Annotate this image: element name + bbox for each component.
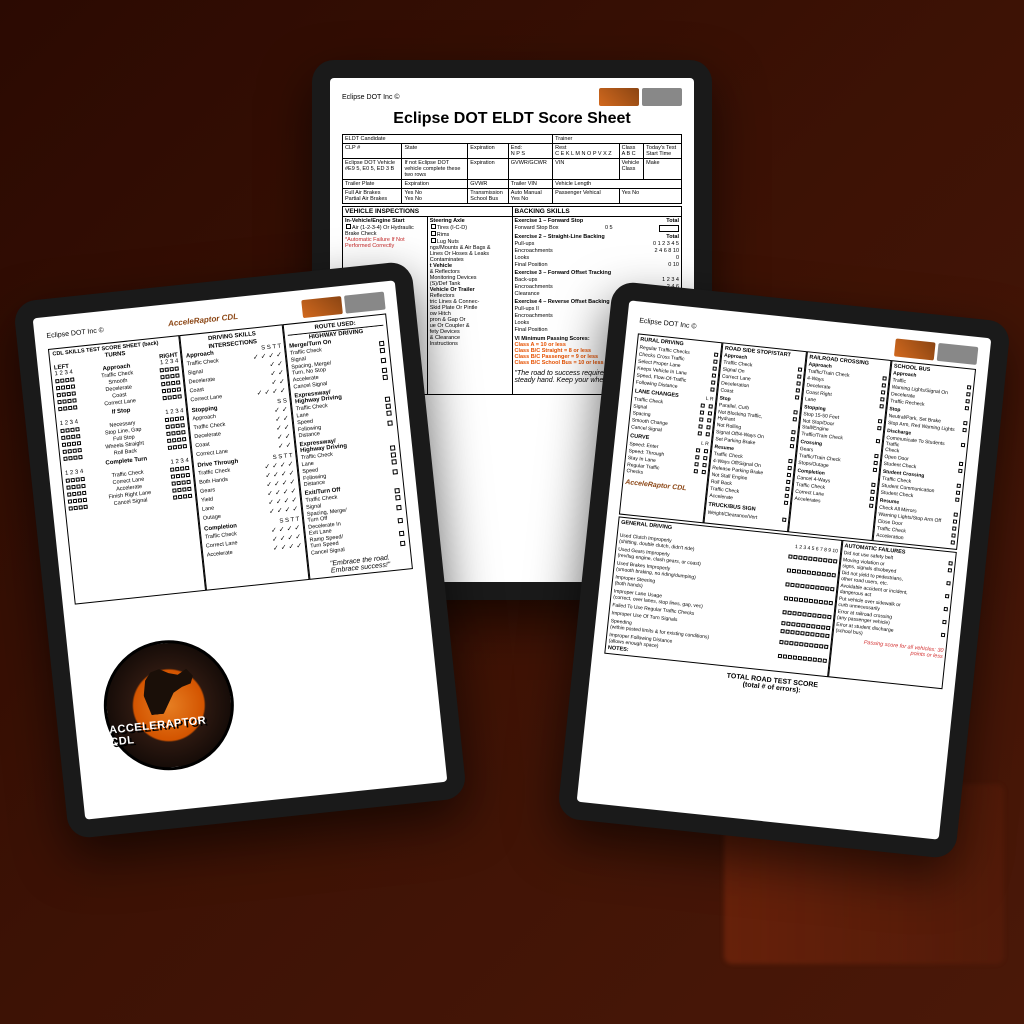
field-class: Class A B C <box>619 144 644 159</box>
notes-header: NOTES: <box>608 645 629 653</box>
field-clp: CLP # <box>343 144 402 159</box>
sheet-title: Eclipse DOT ELDT Score Sheet <box>342 110 682 128</box>
acceleraptor-header-logo: AcceleRaptor CDL <box>168 311 239 327</box>
exercise-2-header: Exercise 2 – Straight-Line Backing <box>515 234 605 240</box>
quote-text: "Embrace the road. Embrace success!" <box>312 553 409 577</box>
in-vehicle-header: In-Vehicle/Engine Start <box>345 218 405 224</box>
candidate-info-table: ELDT CandidateTrainer CLP # State Expira… <box>342 134 682 204</box>
vehicle-inspections-header: VEHICLE INSPECTIONS <box>343 207 513 217</box>
field-end: End: N P S <box>508 144 552 159</box>
company-copyright: Eclipse DOT Inc © <box>342 94 400 101</box>
logo-icon <box>937 343 979 365</box>
acceleraptor-logo-icon <box>599 88 639 106</box>
skills-test-sheet: Eclipse DOT Inc © AcceleRaptor CDL CDL S… <box>33 280 448 819</box>
road-test-sheet: Eclipse DOT Inc © RURAL DRIVING Regular … <box>577 300 992 839</box>
tablet-right: Eclipse DOT Inc © RURAL DRIVING Regular … <box>557 281 1011 860</box>
field-vehicle-num: Eclipse DOT Vehicle #E9 5, E0 5, ED 3 B <box>343 159 402 180</box>
acceleraptor-small-logo: AcceleRaptor CDL <box>625 479 704 494</box>
exercise-1-header: Exercise 1 – Forward Stop <box>515 218 584 224</box>
field-trainer: Trainer <box>553 135 682 144</box>
field-state: State <box>402 144 468 159</box>
company-copyright: Eclipse DOT Inc © <box>639 317 697 330</box>
tablet-left: Eclipse DOT Inc © AcceleRaptor CDL CDL S… <box>13 261 467 840</box>
company-copyright: Eclipse DOT Inc © <box>46 327 104 340</box>
acceleraptor-main-logo: ACCELERAPTOR CDL <box>97 632 262 797</box>
backing-skills-header: BACKING SKILLS <box>512 207 682 217</box>
field-rest: Rest C E K L M N O P V X Z <box>553 144 619 159</box>
logo-icon <box>344 292 386 314</box>
logo-icon <box>301 296 343 318</box>
eclipse-dot-logo-icon <box>642 88 682 106</box>
logo-icon <box>894 338 936 360</box>
field-start-time: Today's Test Start Time <box>644 144 682 159</box>
field-candidate: ELDT Candidate <box>343 135 553 144</box>
field-if-not: If not Eclipse DOT vehicle complete thes… <box>402 159 468 180</box>
field-expiration: Expiration <box>468 144 509 159</box>
